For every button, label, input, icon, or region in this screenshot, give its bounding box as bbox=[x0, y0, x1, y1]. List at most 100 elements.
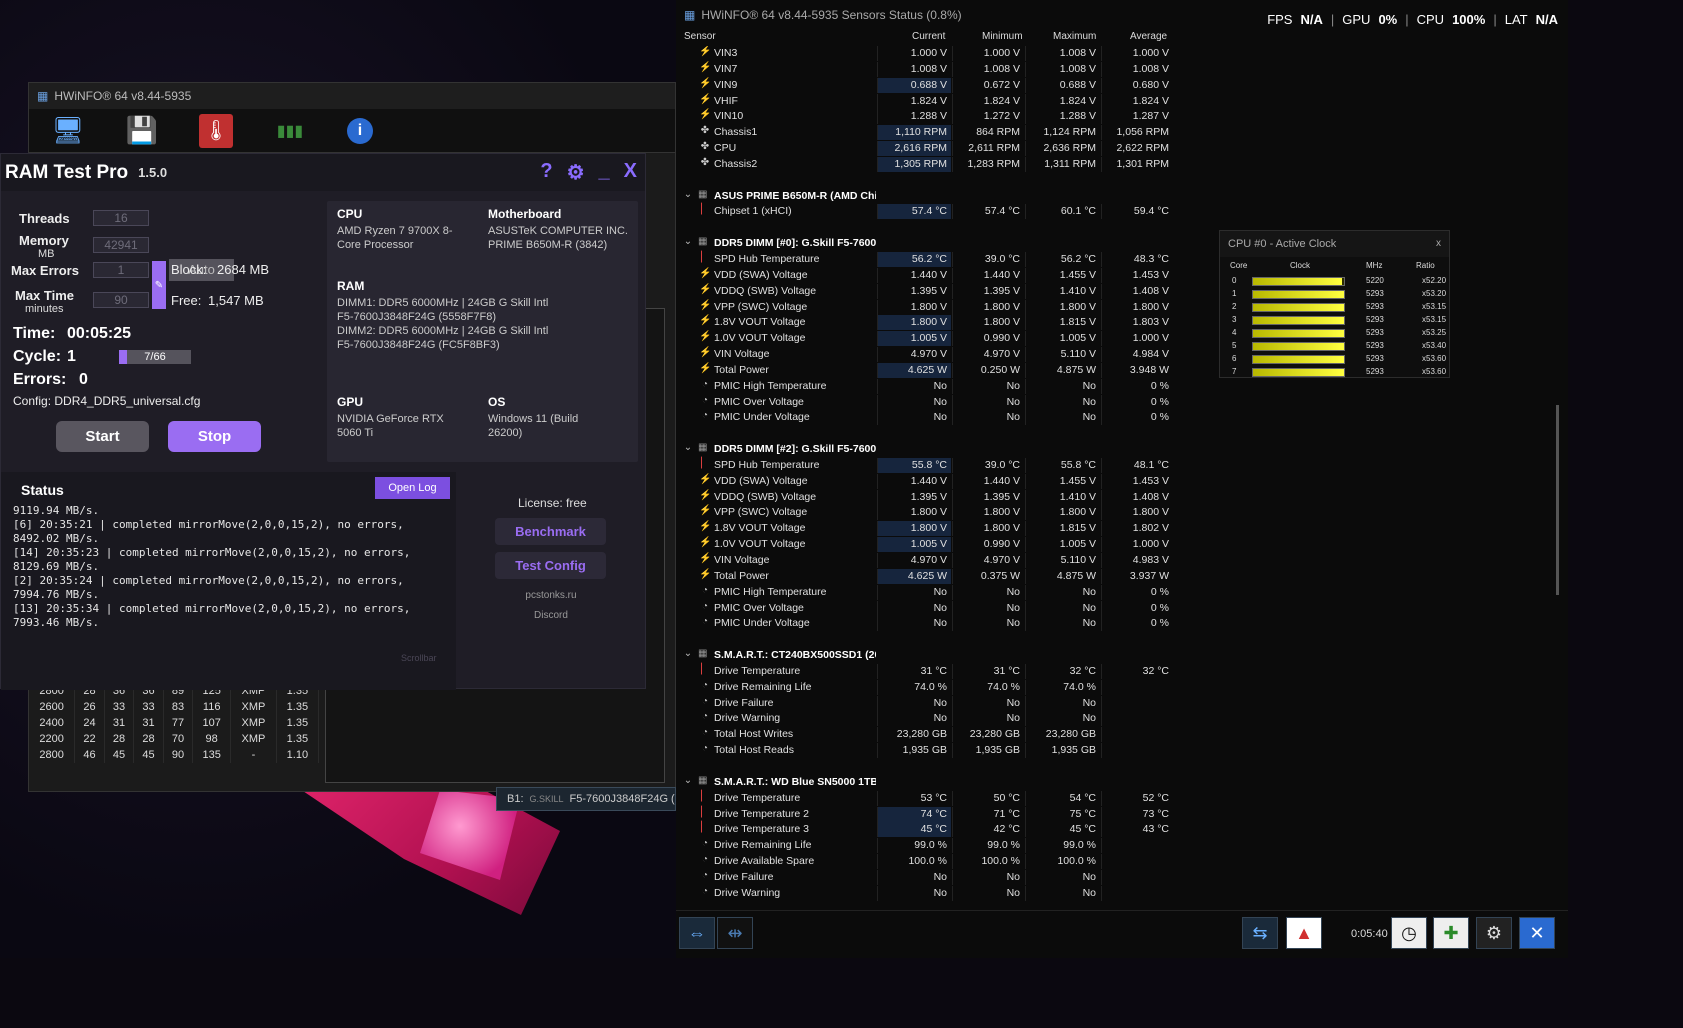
sensor-row[interactable]: ⚡ VIN3 1.000 V 1.000 V 1.008 V 1.000 V bbox=[676, 46, 1176, 62]
sensor-row[interactable]: ⚡ VDD (SWA) Voltage 1.440 V 1.440 V 1.455 V1… bbox=[676, 473, 1176, 490]
sensor-row[interactable]: ⚡ VPP (SWC) Voltage 1.800 V 1.800 V 1.800 V1… bbox=[676, 299, 1176, 316]
sensor-row[interactable]: ◔ Total Host Reads 1,935 GB 1,935 GB 1,935 G… bbox=[676, 743, 1176, 759]
sensor-grid[interactable]: ⚡ VIN3 1.000 V 1.000 V 1.008 V 1.000 V ⚡ VIN7 1.… bbox=[676, 46, 1176, 908]
cpu-active-clock-window[interactable]: CPU #0 - Active Clock x Core Clock MHz R… bbox=[1219, 230, 1450, 378]
collapse-arrows-icon[interactable]: ⇹ bbox=[717, 917, 753, 949]
hwinfo-main-titlebar[interactable]: ▦ HWiNFO® 64 v8.44-5935 bbox=[29, 83, 675, 109]
sensor-row[interactable]: ⚡ 1.0V VOUT Voltage 1.005 V 0.990 V 1.005 V1… bbox=[676, 331, 1176, 347]
sensor-row[interactable]: ▏ Drive Temperature 2 74 °C 71 °C 75 °C 73 °C bbox=[676, 806, 1176, 823]
sensor-group-header[interactable]: ⌄ ▦ DDR5 DIMM [#2]: G.Skill F5-7600J3848F2… bbox=[676, 442, 1176, 458]
sensor-row[interactable]: ◔ PMIC High Temperature No No No 0 % bbox=[676, 584, 1176, 601]
start-button[interactable]: Start bbox=[56, 421, 149, 452]
sensor-row[interactable]: ⚡ VIN Voltage 4.970 V 4.970 V 5.110 V 4.984 V bbox=[676, 347, 1176, 363]
chevron-down-icon[interactable]: ⌄ bbox=[682, 236, 694, 247]
sensor-row[interactable]: ◔ PMIC Over Voltage No No No 0 % bbox=[676, 600, 1176, 617]
sensor-row[interactable]: ⚡ VIN10 1.288 V 1.272 V 1.288 V 1.287 V bbox=[676, 109, 1176, 125]
sensor-row[interactable]: ◔ PMIC Under Voltage No No No 0 % bbox=[676, 616, 1176, 632]
minimize-icon[interactable]: _ bbox=[599, 160, 610, 185]
sensor-row[interactable]: ◔ Drive Failure No No No bbox=[676, 695, 1176, 712]
sensor-row[interactable]: ✤ CPU 2,616 RPM 2,611 RPM 2,636 RPM 2,622 RPM bbox=[676, 141, 1176, 157]
sensor-row[interactable]: ◔ PMIC Under Voltage No No No 0 % bbox=[676, 410, 1176, 426]
clock-popup-title[interactable]: CPU #0 - Active Clock bbox=[1220, 231, 1449, 257]
sensor-row[interactable]: ▏ Chipset 1 (xHCI) 57.4 °C 57.4 °C 60.1 °C 59… bbox=[676, 204, 1176, 220]
max-time-input[interactable]: 90 bbox=[93, 292, 149, 308]
col-current-header[interactable]: Current bbox=[912, 31, 945, 42]
memory-input[interactable]: 42941 bbox=[93, 237, 149, 253]
sensor-row[interactable]: ✤ Chassis2 1,305 RPM 1,283 RPM 1,311 RPM 1,30… bbox=[676, 156, 1176, 173]
sensor-row[interactable]: ◔ PMIC Over Voltage No No No 0 % bbox=[676, 394, 1176, 411]
col-minimum-header[interactable]: Minimum bbox=[982, 31, 1023, 42]
chevron-down-icon[interactable]: ⌄ bbox=[682, 442, 694, 453]
sensor-row[interactable]: ◔ Drive Warning No No No bbox=[676, 711, 1176, 727]
chevron-down-icon[interactable]: ⌄ bbox=[682, 189, 694, 200]
col-sensor-header[interactable]: Sensor bbox=[684, 31, 716, 42]
memory-icon[interactable]: ▮▮▮ bbox=[273, 114, 307, 148]
sensor-row[interactable]: ⚡ Total Power 4.625 W 0.250 W 4.875 W 3.948 W bbox=[676, 362, 1176, 379]
sensor-row[interactable]: ▏ SPD Hub Temperature 56.2 °C 39.0 °C 56.2 °… bbox=[676, 251, 1176, 268]
expand-arrows-icon[interactable]: ⇔ bbox=[679, 917, 715, 949]
sensor-row[interactable]: ◔ Drive Remaining Life 74.0 % 74.0 % 74.0 % bbox=[676, 679, 1176, 696]
close-icon[interactable]: x bbox=[1436, 238, 1441, 249]
sensor-row[interactable]: ◔ Drive Available Spare 100.0 % 100.0 % 100.… bbox=[676, 854, 1176, 870]
sensor-row[interactable]: ⚡ VIN9 0.688 V 0.672 V 0.688 V 0.680 V bbox=[676, 77, 1176, 94]
col-average-header[interactable]: Average bbox=[1130, 31, 1167, 42]
thermometer-icon[interactable]: 🌡 bbox=[199, 113, 233, 148]
sensor-row[interactable]: ◔ Total Host Writes 23,280 GB 23,280 GB 23,2… bbox=[676, 727, 1176, 743]
close-icon[interactable]: X bbox=[624, 160, 637, 185]
chevron-down-icon[interactable]: ⌄ bbox=[682, 648, 694, 659]
stop-button[interactable]: Stop bbox=[168, 421, 261, 452]
sensor-row[interactable]: ⚡ VIN7 1.008 V 1.008 V 1.008 V 1.008 V bbox=[676, 61, 1176, 78]
col-maximum-header[interactable]: Maximum bbox=[1053, 31, 1096, 42]
sensor-group-header[interactable]: ⌄ ▦ ASUS PRIME B650M-R (AMD Chipset) bbox=[676, 189, 1176, 205]
edit-pencil-icon[interactable]: ✎ bbox=[152, 261, 166, 309]
sensor-row[interactable]: ▏ Drive Temperature 31 °C 31 °C 32 °C 32 °C bbox=[676, 663, 1176, 680]
benchmark-button[interactable]: Benchmark bbox=[495, 518, 606, 545]
sensor-row[interactable]: ▏ Drive Temperature 53 °C 50 °C 54 °C 52 °C bbox=[676, 790, 1176, 807]
test-config-button[interactable]: Test Config bbox=[495, 552, 606, 579]
info-icon[interactable]: i bbox=[347, 117, 373, 144]
sensor-row[interactable]: ◔ Drive Failure No No No bbox=[676, 869, 1176, 886]
sensor-row[interactable]: ⚡ VDDQ (SWB) Voltage 1.395 V 1.395 V 1.410 V… bbox=[676, 283, 1176, 300]
add-log-icon[interactable]: ✚ bbox=[1433, 917, 1469, 949]
sensor-graph-icon[interactable]: ▲ bbox=[1286, 917, 1322, 949]
ram-test-pro-window[interactable]: RAM Test Pro 1.5.0 ? ⚙ _ X Threads 16 Me… bbox=[0, 153, 646, 690]
sensor-current: 1.440 V bbox=[877, 267, 951, 283]
sensor-row[interactable]: ⚡ 1.8V VOUT Voltage 1.800 V 1.800 V 1.815 V1… bbox=[676, 521, 1176, 537]
open-log-button[interactable]: Open Log bbox=[375, 477, 450, 499]
sensor-row[interactable]: ⚡ VDD (SWA) Voltage 1.440 V 1.440 V 1.455 V1… bbox=[676, 267, 1176, 284]
sensor-row[interactable]: ◔ Drive Warning No No No bbox=[676, 885, 1176, 902]
fan-icon: ✤ bbox=[700, 156, 710, 168]
status-log[interactable]: 9119.94 MB/s. [6] 20:35:21 | completed m… bbox=[13, 504, 443, 630]
close-icon[interactable]: ✕ bbox=[1519, 917, 1555, 949]
sensor-group-header[interactable]: ⌄ ▦ S.M.A.R.T.: CT240BX500SSD1 (2030E40A74… bbox=[676, 648, 1176, 664]
sensor-row[interactable]: ⚡ Total Power 4.625 W 0.375 W 4.875 W 3.937 W bbox=[676, 568, 1176, 585]
sensor-row[interactable]: ⚡ VIN Voltage 4.970 V 4.970 V 5.110 V 4.983 V bbox=[676, 553, 1176, 569]
discord-link[interactable]: Discord bbox=[463, 610, 639, 621]
sensor-group-header[interactable]: ⌄ ▦ DDR5 DIMM [#0]: G.Skill F5-7600J3848F2… bbox=[676, 236, 1176, 252]
sensor-row[interactable]: ⚡ 1.8V VOUT Voltage 1.800 V 1.800 V 1.815 V1… bbox=[676, 315, 1176, 331]
hwinfo-sensors-window[interactable]: ▦ HWiNFO® 64 v8.44-5935 Sensors Status (… bbox=[676, 0, 1568, 958]
settings-gear-icon[interactable]: ⚙ bbox=[567, 160, 585, 185]
sensor-row[interactable]: ⚡ 1.0V VOUT Voltage 1.005 V 0.990 V 1.005 V1… bbox=[676, 537, 1176, 553]
pcstonks-link[interactable]: pcstonks.ru bbox=[463, 590, 639, 601]
computer-icon[interactable]: 🖥 bbox=[51, 114, 85, 148]
network-icon[interactable]: ⇆ bbox=[1242, 917, 1278, 949]
sensor-grid-scrollbar[interactable] bbox=[1556, 405, 1559, 595]
sensor-group-header[interactable]: ⌄ ▦ S.M.A.R.T.: WD Blue SN5000 1TB (252029… bbox=[676, 775, 1176, 791]
sensor-row[interactable]: ▏ SPD Hub Temperature 55.8 °C 39.0 °C 55.8 °… bbox=[676, 457, 1176, 474]
log-scrollbar[interactable]: Scrollbar bbox=[401, 653, 437, 663]
max-errors-input[interactable]: 1 bbox=[93, 262, 149, 278]
chevron-down-icon[interactable]: ⌄ bbox=[682, 775, 694, 786]
threads-input[interactable]: 16 bbox=[93, 210, 149, 226]
clock-icon[interactable]: ◷ bbox=[1391, 917, 1427, 949]
sensor-row[interactable]: ⚡ VHIF 1.824 V 1.824 V 1.824 V 1.824 V bbox=[676, 93, 1176, 110]
sensor-row[interactable]: ◔ Drive Remaining Life 99.0 % 99.0 % 99.0 % bbox=[676, 838, 1176, 854]
settings-gear-icon[interactable]: ⚙ bbox=[1476, 917, 1512, 949]
sensor-row[interactable]: ▏ Drive Temperature 3 45 °C 42 °C 45 °C 43 °C bbox=[676, 822, 1176, 838]
save-icon[interactable]: 💾 bbox=[125, 114, 159, 148]
sensor-row[interactable]: ⚡ VDDQ (SWB) Voltage 1.395 V 1.395 V 1.410 V… bbox=[676, 489, 1176, 506]
help-icon[interactable]: ? bbox=[540, 160, 552, 185]
sensor-row[interactable]: ⚡ VPP (SWC) Voltage 1.800 V 1.800 V 1.800 V1… bbox=[676, 505, 1176, 521]
sensor-row[interactable]: ◔ PMIC High Temperature No No No 0 % bbox=[676, 378, 1176, 395]
sensor-row[interactable]: ✤ Chassis1 1,110 RPM 864 RPM 1,124 RPM 1,056 … bbox=[676, 125, 1176, 141]
